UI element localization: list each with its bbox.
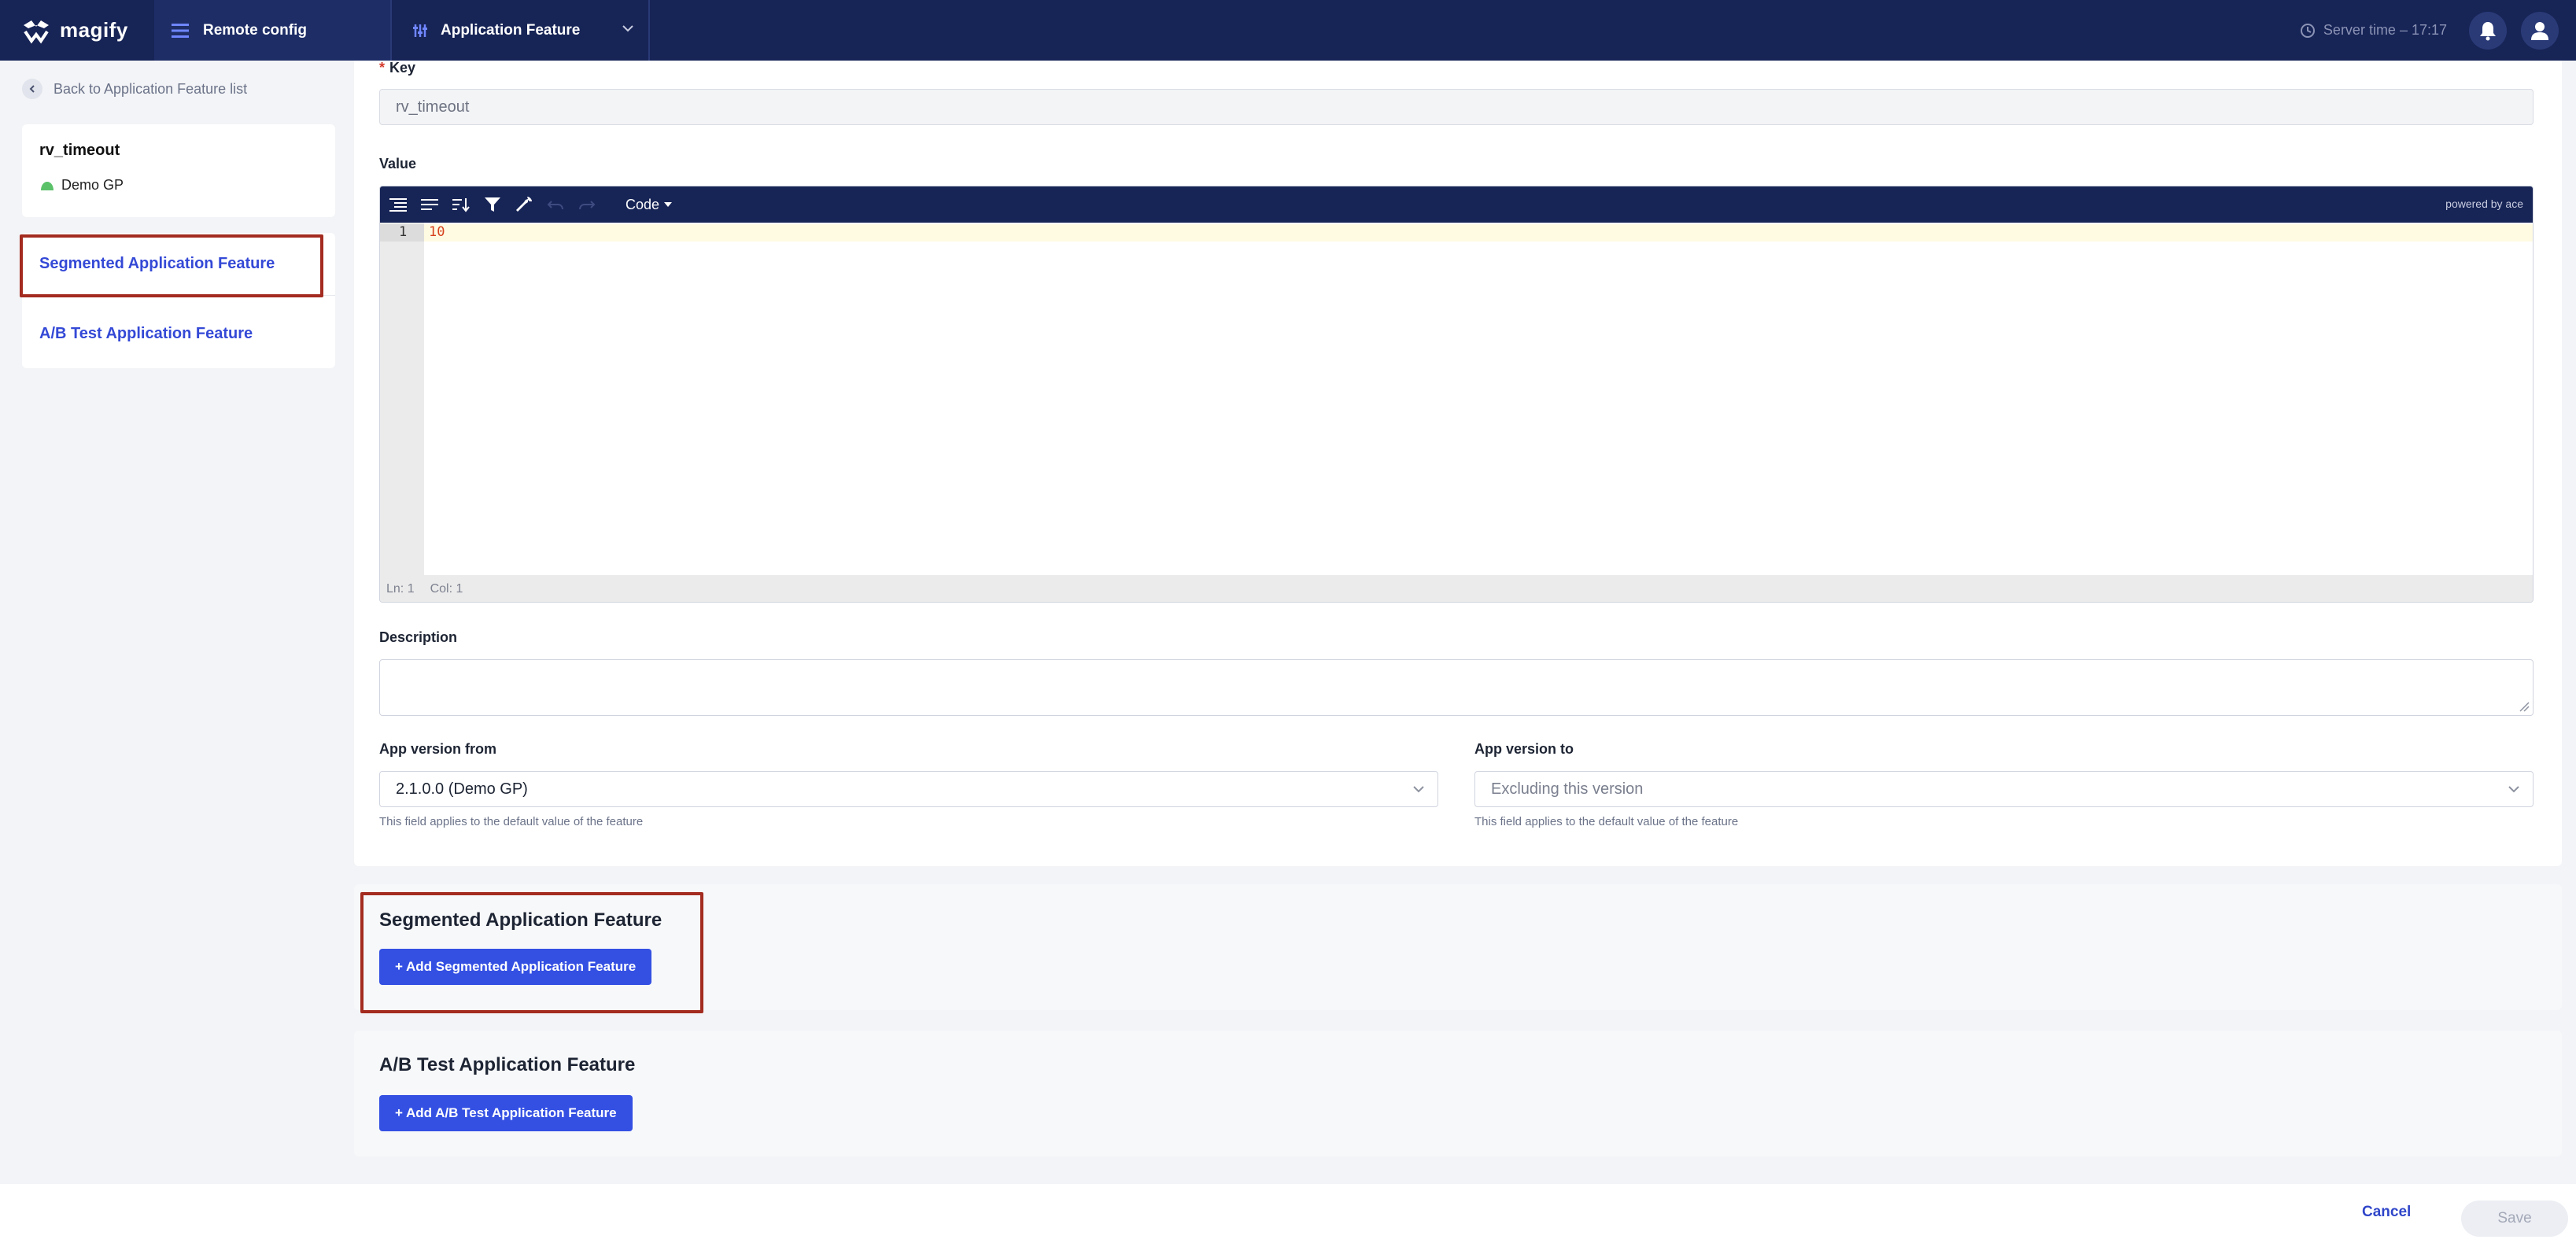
compact-icon — [421, 199, 438, 210]
cancel-button[interactable]: Cancel — [2362, 1204, 2411, 1221]
editor-code-text[interactable]: 10 — [429, 224, 445, 240]
sort-icon — [452, 198, 470, 212]
editor-toolbar: Code powered by ace — [380, 186, 2533, 223]
abtest-section-title: A/B Test Application Feature — [379, 1054, 636, 1075]
powered-by-ace: powered by ace — [2445, 197, 2523, 210]
topbar-right-group: Server time – 17:17 — [2300, 11, 2576, 50]
footer-bar — [0, 1184, 2576, 1243]
server-time: Server time – 17:17 — [2300, 22, 2447, 39]
app-version-from-select[interactable]: 2.1.0.0 (Demo GP) — [379, 771, 1438, 807]
key-label-text: Key — [389, 60, 416, 76]
app-version-from-label: App version from — [379, 741, 497, 757]
undo-button[interactable] — [547, 196, 564, 213]
redo-icon — [579, 201, 596, 210]
app-tag: Demo GP — [39, 177, 318, 194]
bell-icon — [2480, 21, 2496, 40]
nav-application-feature-dropdown[interactable]: Application Feature — [390, 0, 650, 61]
editor-mode-label: Code — [626, 196, 660, 212]
sidebar-item-abtest[interactable]: A/B Test Application Feature — [22, 302, 335, 365]
code-editor[interactable]: Code powered by ace 1 10 Ln: 1 Col: 1 — [379, 186, 2534, 603]
filter-button[interactable] — [484, 196, 501, 213]
abtest-section: A/B Test Application Feature + Add A/B T… — [354, 1031, 2562, 1156]
resize-handle-icon[interactable] — [2519, 701, 2530, 712]
user-profile-button[interactable] — [2521, 11, 2559, 50]
chevron-down-icon — [2508, 786, 2519, 793]
description-label: Description — [379, 629, 458, 645]
back-button[interactable] — [22, 79, 42, 99]
editor-gutter — [380, 223, 424, 575]
brand-name: magify — [60, 18, 128, 42]
clock-icon — [2300, 23, 2315, 38]
app-version-to-label: App version to — [1474, 741, 1574, 757]
key-label: * Key — [379, 60, 415, 76]
description-textarea[interactable] — [379, 659, 2534, 716]
filter-icon — [485, 197, 500, 212]
status-column: Col: 1 — [430, 582, 463, 596]
required-mark: * — [379, 60, 386, 76]
app-version-from-hint: This field applies to the default value … — [379, 815, 644, 828]
android-icon — [41, 181, 54, 190]
highlight-box-segmented — [360, 892, 703, 1013]
value-label: Value — [379, 156, 417, 172]
redo-button[interactable] — [578, 196, 596, 213]
line-number: 1 — [399, 224, 408, 240]
chevron-down-icon — [622, 25, 633, 32]
nav-remote-config[interactable]: Remote config — [154, 0, 390, 61]
format-icon — [389, 198, 407, 212]
editor-mode-dropdown[interactable]: Code — [626, 196, 673, 213]
key-input-value: rv_timeout — [396, 98, 470, 116]
top-navigation-bar: magify Remote config Application Feature — [0, 0, 2576, 61]
format-button[interactable] — [389, 196, 407, 213]
save-button[interactable]: Save — [2461, 1201, 2568, 1237]
nav-remote-config-label: Remote config — [203, 21, 307, 39]
feature-identity-card: rv_timeout Demo GP — [22, 124, 335, 217]
app-name: Demo GP — [61, 177, 124, 193]
back-to-list-link[interactable]: Back to Application Feature list — [22, 79, 247, 99]
status-line: Ln: 1 — [386, 582, 415, 596]
repair-button[interactable] — [515, 196, 533, 213]
key-input[interactable]: rv_timeout — [379, 89, 2534, 125]
editor-status-bar: Ln: 1 Col: 1 — [380, 575, 2533, 602]
server-time-text: Server time – 17:17 — [2323, 22, 2447, 38]
editor-active-line — [424, 224, 2533, 242]
sliders-icon — [413, 24, 427, 37]
undo-icon — [547, 201, 563, 210]
compact-button[interactable] — [421, 196, 438, 213]
app-version-from-value: 2.1.0.0 (Demo GP) — [396, 780, 528, 798]
app-version-to-value: Excluding this version — [1491, 780, 1644, 798]
back-link-label: Back to Application Feature list — [54, 80, 248, 97]
app-version-to-select[interactable]: Excluding this version — [1474, 771, 2534, 807]
highlight-box-sidebar — [20, 234, 323, 297]
caret-down-icon — [664, 202, 673, 207]
nav-application-feature-label: Application Feature — [441, 21, 581, 39]
menu-icon — [172, 23, 189, 38]
wrench-icon — [516, 197, 532, 212]
magify-logo-icon — [24, 20, 49, 43]
app-version-to-hint: This field applies to the default value … — [1474, 815, 1739, 828]
brand-logo[interactable]: magify — [0, 0, 154, 61]
notifications-button[interactable] — [2469, 11, 2507, 50]
add-abtest-button[interactable]: + Add A/B Test Application Feature — [379, 1095, 633, 1131]
chevron-left-icon — [29, 85, 35, 93]
sort-button[interactable] — [452, 196, 470, 213]
chevron-down-icon — [1413, 786, 1424, 793]
feature-key-title: rv_timeout — [39, 142, 120, 159]
user-icon — [2531, 21, 2548, 40]
